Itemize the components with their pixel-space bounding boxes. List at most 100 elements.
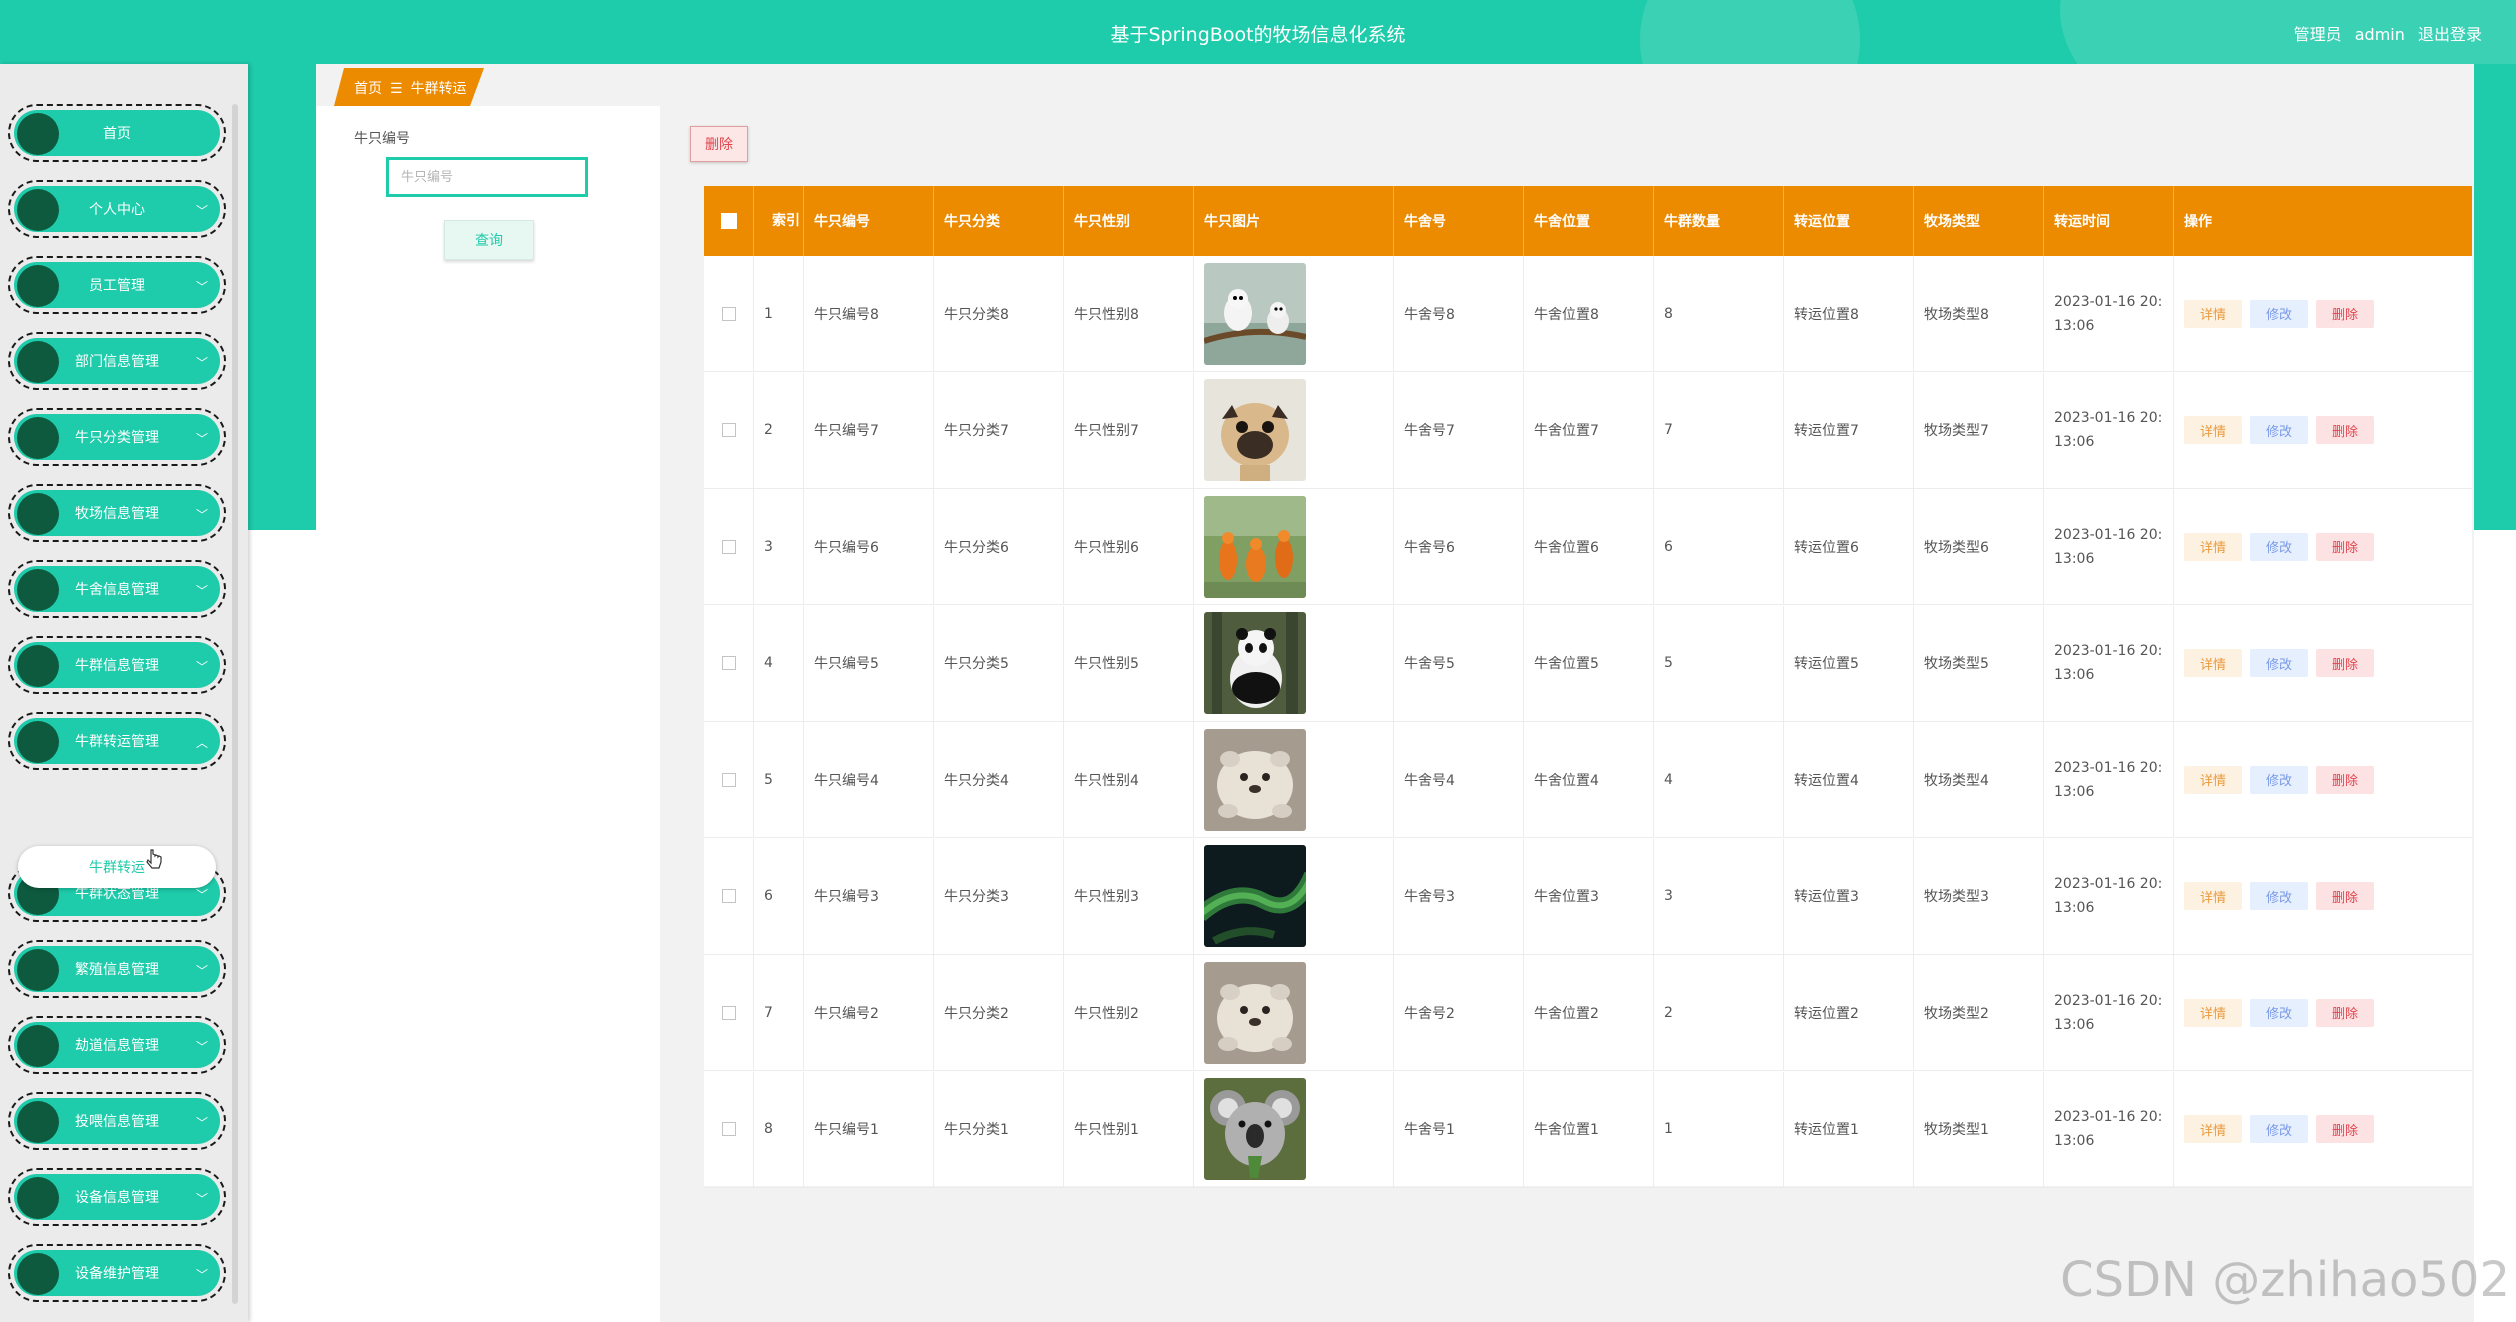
cell-transfer-location: 转运位置1 [1784,1071,1914,1187]
sidebar-item-15[interactable]: 设备维护管理 ﹀ [8,1244,226,1302]
cattle-photo[interactable] [1204,845,1306,947]
delete-button[interactable]: 删除 [2316,1115,2374,1143]
sidebar-item-5[interactable]: 牛只分类管理 ﹀ [8,408,226,466]
submenu-item-cattle-transfer[interactable]: 牛群转运 [18,846,216,888]
row-checkbox[interactable] [721,889,736,903]
detail-button[interactable]: 详情 [2184,299,2242,328]
cell-category: 牛只分类1 [934,1071,1064,1187]
cell-ranch-type: 牧场类型4 [1914,722,2044,837]
delete-button[interactable]: 删除 [2316,998,2374,1027]
header-image: 牛只图片 [1194,186,1394,256]
delete-button[interactable]: 删除 [2316,649,2374,677]
time-date: 2023-01-16 20: [2054,643,2163,659]
header-gender: 牛只性别 [1064,186,1194,256]
sidebar-item-label: 投喂信息管理 [75,1114,159,1130]
delete-button[interactable]: 删除 [2316,532,2374,561]
header-barn-location: 牛舍位置 [1524,186,1654,256]
header-cattle-id: 牛只编号 [804,186,934,256]
row-checkbox[interactable] [721,423,736,437]
cattle-photo[interactable] [1204,1078,1306,1180]
header-herd-count: 牛群数量 [1654,186,1784,256]
table-row: 5 牛只编号4 牛只分类4 牛只性别4 牛舍号4 牛舍位置4 4 转运位置4 牧… [704,722,2472,838]
chevron-down-icon: ﹀ [195,1116,208,1130]
breadcrumb-current: 牛群转运 [410,81,467,97]
row-checkbox[interactable] [721,306,736,321]
cell-index: 1 [754,256,804,371]
logout-link[interactable]: 退出登录 [2418,25,2482,44]
menu-bullet-icon [17,1253,59,1295]
time-date: 2023-01-16 20: [2054,992,2163,1009]
row-select-cell [704,722,754,837]
select-all-checkbox[interactable] [720,213,737,229]
cattle-photo[interactable] [1204,495,1306,598]
delete-button[interactable]: 删除 [2316,416,2374,444]
cattle-photo[interactable] [1204,961,1306,1064]
sidebar-item-pill: 繁殖信息管理 ﹀ [14,946,220,992]
edit-button[interactable]: 修改 [2250,416,2308,444]
chevron-down-icon: ﹀ [195,508,208,522]
sidebar-item-1[interactable]: 首页 [8,104,226,162]
search-input[interactable] [386,157,588,197]
sidebar-item-6[interactable]: 牧场信息管理 ﹀ [8,484,226,542]
cell-gender: 牛只性别2 [1064,955,1194,1070]
chevron-down-icon: ﹀ [195,964,208,978]
sidebar-scrollbar[interactable] [232,104,238,1304]
delete-button[interactable]: 删除 [2316,882,2374,910]
sidebar-item-pill: 部门信息管理 ﹀ [14,338,220,384]
edit-button[interactable]: 修改 [2250,882,2308,910]
submenu-label: 牛群转运 [89,860,145,876]
cell-actions: 详情 修改 删除 [2174,1072,2474,1187]
delete-button[interactable]: 删除 [2316,765,2374,794]
row-checkbox[interactable] [721,1005,736,1020]
cell-index: 8 [754,1071,804,1187]
cattle-photo[interactable] [1204,379,1306,481]
detail-button[interactable]: 详情 [2184,532,2242,561]
detail-button[interactable]: 详情 [2184,416,2242,444]
row-checkbox[interactable] [721,772,736,787]
sidebar-item-3[interactable]: 员工管理 ﹀ [8,256,226,314]
cattle-photo[interactable] [1204,612,1306,714]
cell-cattle-id: 牛只编号7 [804,372,934,488]
detail-button[interactable]: 详情 [2184,649,2242,677]
row-checkbox[interactable] [721,539,736,554]
row-checkbox[interactable] [721,656,736,670]
cattle-photo[interactable] [1204,728,1306,831]
sidebar-item-2[interactable]: 个人中心 ﹀ [8,180,226,238]
edit-button[interactable]: 修改 [2250,765,2308,794]
sidebar-item-14[interactable]: 设备信息管理 ﹀ [8,1168,226,1226]
sidebar-item-9[interactable]: 牛群转运管理 ︿ [8,712,226,770]
bulk-delete-button[interactable]: 删除 [690,126,748,162]
table-row: 1 牛只编号8 牛只分类8 牛只性别8 牛舍号8 牛舍位置8 8 转运位置8 牧… [704,256,2472,372]
sidebar-item-pill: 设备维护管理 ﹀ [14,1250,220,1296]
edit-button[interactable]: 修改 [2250,532,2308,561]
chevron-down-icon: ﹀ [195,1040,208,1054]
time-date: 2023-01-16 20: [2054,1109,2163,1125]
sidebar-item-8[interactable]: 牛群信息管理 ﹀ [8,636,226,694]
sidebar-item-12[interactable]: 劫道信息管理 ﹀ [8,1016,226,1074]
query-button[interactable]: 查询 [444,220,534,260]
sidebar-item-pill: 牛舍信息管理 ﹀ [14,566,220,612]
detail-button[interactable]: 详情 [2184,1115,2242,1143]
cell-barn-location: 牛舍位置1 [1524,1071,1654,1187]
sidebar-item-13[interactable]: 投喂信息管理 ﹀ [8,1092,226,1150]
menu-bullet-icon [17,113,59,155]
sidebar-item-label: 牛舍信息管理 [75,582,159,598]
detail-button[interactable]: 详情 [2184,882,2242,910]
detail-button[interactable]: 详情 [2184,998,2242,1027]
sidebar-item-7[interactable]: 牛舍信息管理 ﹀ [8,560,226,618]
header-category: 牛只分类 [934,186,1064,256]
detail-button[interactable]: 详情 [2184,765,2242,794]
sidebar-item-pill: 牛群信息管理 ﹀ [14,642,220,688]
row-checkbox[interactable] [721,1122,736,1136]
edit-button[interactable]: 修改 [2250,299,2308,328]
edit-button[interactable]: 修改 [2250,1115,2308,1143]
breadcrumb-home[interactable]: 首页 [354,81,382,97]
sidebar-item-4[interactable]: 部门信息管理 ﹀ [8,332,226,390]
edit-button[interactable]: 修改 [2250,649,2308,677]
cell-transfer-location: 转运位置2 [1784,955,1914,1070]
edit-button[interactable]: 修改 [2250,998,2308,1027]
delete-button[interactable]: 删除 [2316,299,2374,328]
cell-actions: 详情 修改 删除 [2174,606,2474,721]
cattle-photo[interactable] [1204,262,1306,365]
sidebar-item-11[interactable]: 繁殖信息管理 ﹀ [8,940,226,998]
